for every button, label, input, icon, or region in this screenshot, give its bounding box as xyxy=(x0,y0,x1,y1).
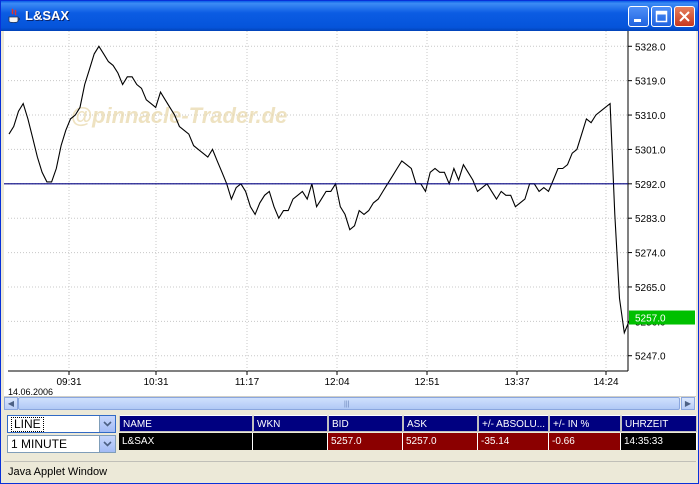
cell-change-abs: -35.14 xyxy=(478,433,549,450)
y-tick-label: 5274.0 xyxy=(635,249,666,260)
y-tick-label: 5328.0 xyxy=(635,42,666,53)
x-tick-label: 14:24 xyxy=(593,377,618,388)
y-tick-label: 5310.0 xyxy=(635,111,666,122)
x-tick-label: 10:31 xyxy=(143,377,168,388)
window-title: L&SAX xyxy=(25,8,70,23)
chevron-down-icon xyxy=(103,441,112,447)
maximize-icon xyxy=(655,10,668,23)
cell-name: L&SAX xyxy=(119,433,253,450)
close-button[interactable] xyxy=(674,6,695,27)
scroll-right-icon[interactable]: ▶ xyxy=(681,397,695,410)
x-tick-label: 12:04 xyxy=(324,377,349,388)
column-header-change-abs[interactable]: +/- ABSOLU... xyxy=(478,415,549,432)
title-bar[interactable]: L&SAX xyxy=(1,1,698,31)
column-header-wkn[interactable]: WKN xyxy=(253,415,328,432)
java-cup-icon xyxy=(8,8,20,23)
interval-value: 1 MINUTE xyxy=(11,437,68,451)
scroll-left-icon[interactable]: ◀ xyxy=(4,397,18,410)
chart-type-value: LINE xyxy=(11,417,44,432)
column-header-ask[interactable]: ASK xyxy=(403,415,478,432)
close-icon xyxy=(679,11,690,22)
column-header-bid[interactable]: BID xyxy=(328,415,403,432)
x-tick-label: 13:37 xyxy=(504,377,529,388)
interval-select[interactable]: 1 MINUTE xyxy=(7,435,116,453)
x-tick-label: 11:17 xyxy=(235,377,260,388)
applet-content: @pinnacle-Trader.de 5328.0 5319.0 5310.0 53… xyxy=(4,31,697,461)
grip-icon: ||| xyxy=(344,401,350,408)
chart-type-dropdown-button[interactable] xyxy=(99,416,115,432)
cell-change-pct: -0.66 xyxy=(549,433,621,450)
price-line xyxy=(8,45,630,335)
minimize-icon xyxy=(634,19,641,22)
interval-dropdown-button[interactable] xyxy=(99,436,115,452)
y-tick-label: 5301.0 xyxy=(635,145,666,156)
cell-bid: 5257.0 xyxy=(328,433,403,450)
y-tick-label: 5265.0 xyxy=(635,283,666,294)
chart-grid xyxy=(8,31,629,372)
table-header-row: NAME WKN BID ASK +/- ABSOLU... +/- IN % … xyxy=(119,415,697,432)
cell-time: 14:35:33 xyxy=(621,433,697,450)
y-tick-label: 5247.0 xyxy=(635,352,666,363)
cell-ask: 5257.0 xyxy=(403,433,478,450)
x-tick-label: 12:51 xyxy=(414,377,439,388)
chevron-down-icon xyxy=(103,421,112,427)
chart-canvas: @pinnacle-Trader.de 5328.05319.05310.053… xyxy=(4,31,695,397)
column-header-time[interactable]: UHRZEIT xyxy=(621,415,697,432)
table-row[interactable]: L&SAX 5257.0 5257.0 -35.14 -0.66 14:35:3… xyxy=(119,433,697,450)
y-tick-label: 5283.0 xyxy=(635,214,666,225)
y-tick-label: 5319.0 xyxy=(635,77,666,88)
x-axis-ticks: 09:31 10:31 11:17 12:04 12:51 13:37 14:2414.06… xyxy=(8,371,619,397)
applet-window: L&SAX @pinnacle-Trader.de 5328.0 5319.0 53… xyxy=(0,0,699,484)
horizontal-scrollbar[interactable]: ◀ ||| ▶ xyxy=(4,396,696,410)
cell-wkn xyxy=(253,433,328,450)
scroll-thumb[interactable]: ||| xyxy=(18,397,680,410)
maximize-button[interactable] xyxy=(651,6,672,27)
status-bar: Java Applet Window xyxy=(4,461,696,481)
y-tick-label: 5292.0 xyxy=(635,180,666,191)
column-header-name[interactable]: NAME xyxy=(119,415,253,432)
chart-type-select[interactable]: LINE xyxy=(7,415,116,433)
price-chart[interactable]: @pinnacle-Trader.de 5328.0 5319.0 5310.0 53… xyxy=(4,31,696,399)
current-price-label: 5257.0 xyxy=(635,314,666,325)
x-tick-label: 09:31 xyxy=(56,377,81,388)
chart-overlay: 5257.0 xyxy=(4,183,695,325)
price-series xyxy=(8,45,630,335)
minimize-button[interactable] xyxy=(628,6,649,27)
column-header-change-pct[interactable]: +/- IN % xyxy=(549,415,621,432)
